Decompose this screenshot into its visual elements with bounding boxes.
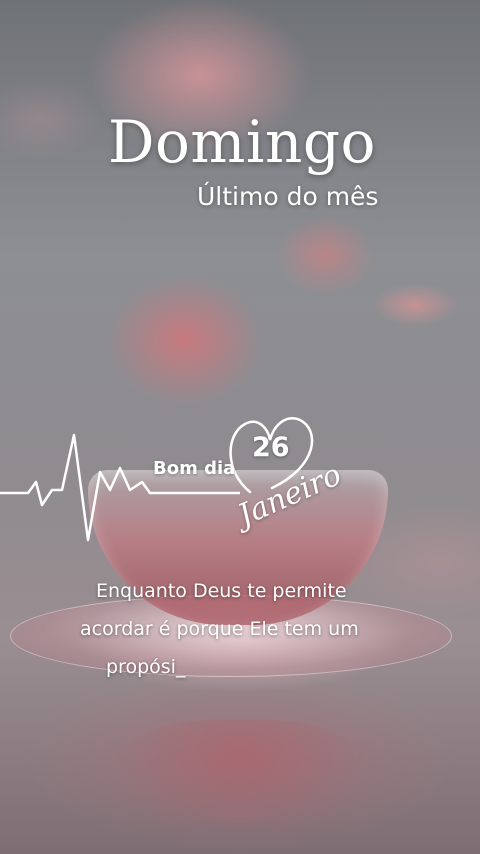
message-line: acordar é porque Ele tem um: [80, 618, 359, 640]
day-number: 26: [252, 432, 290, 463]
card-title: Domingo: [108, 108, 376, 176]
message-line: propósi_: [106, 656, 186, 678]
message-line: Enquanto Deus te permite: [96, 580, 347, 602]
heartbeat-line: [0, 433, 240, 542]
message-text: Enquanto Deus te permite acordar é porqu…: [72, 572, 417, 686]
water-reflection: [110, 720, 370, 840]
card-subtitle: Último do mês: [197, 182, 379, 211]
greeting-label: Bom dia: [153, 458, 236, 479]
heartbeat-heart-graphic: [0, 417, 314, 542]
